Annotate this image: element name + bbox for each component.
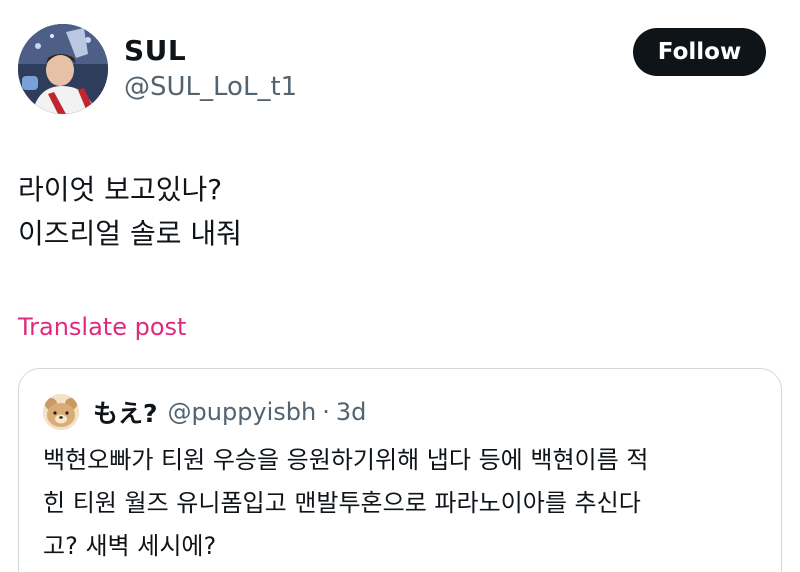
quoted-author-name[interactable]: もえ? (93, 394, 158, 430)
translate-post-link[interactable]: Translate post (18, 313, 186, 341)
quoted-post-header: もえ? @puppyisbh · 3d (43, 394, 367, 430)
quoted-author-avatar[interactable] (43, 394, 79, 430)
post-line: 이즈리얼 솔로 내줘 (18, 217, 242, 250)
post-text: 라이엇 보고있나? 이즈리얼 솔로 내줘 (18, 168, 242, 256)
post-header: SUL @SUL_LoL_t1 Follow (0, 0, 800, 130)
author-name[interactable]: SUL (124, 34, 186, 67)
quoted-author-handle[interactable]: @puppyisbh (168, 398, 317, 426)
separator-dot: · (322, 398, 330, 426)
profile-photo-icon (18, 24, 108, 114)
post-line: 라이엇 보고있나? (18, 173, 223, 206)
quoted-post-time[interactable]: 3d (336, 398, 367, 426)
bear-avatar-icon (43, 394, 79, 430)
author-handle[interactable]: @SUL_LoL_t1 (124, 72, 297, 102)
quoted-post[interactable]: もえ? @puppyisbh · 3d 백현오빠가 티원 우승을 응원하기위해 … (18, 368, 782, 572)
quoted-post-line: 힌 티원 월즈 유니폼입고 맨발투혼으로 파라노이아를 추신다 (43, 489, 641, 517)
follow-button[interactable]: Follow (633, 28, 766, 76)
quoted-post-line: 백현오빠가 티원 우승을 응원하기위해 냅다 등에 백현이름 적 (43, 446, 649, 474)
quoted-post-line: 고? 새벽 세시에? (43, 532, 217, 560)
author-avatar[interactable] (18, 24, 108, 114)
quoted-post-text: 백현오빠가 티원 우승을 응원하기위해 냅다 등에 백현이름 적 힌 티원 월즈… (43, 439, 763, 568)
